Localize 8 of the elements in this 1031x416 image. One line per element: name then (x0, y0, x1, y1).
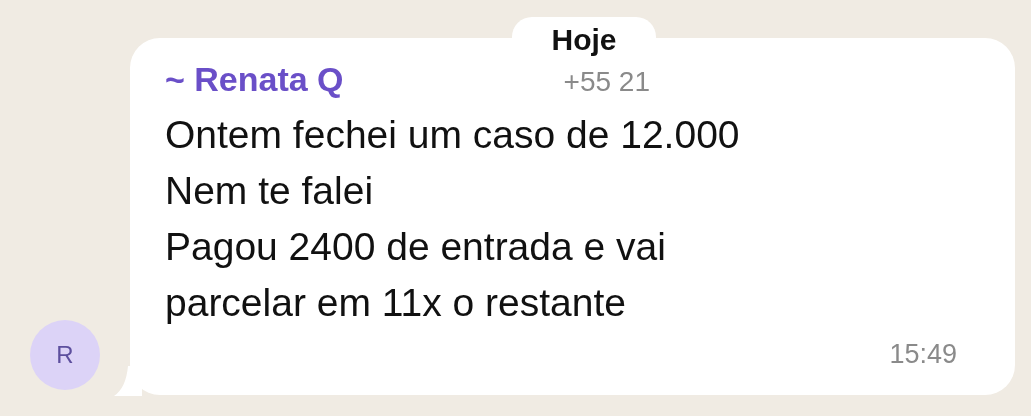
message-text: Pagou 2400 de entrada e vai (165, 224, 667, 270)
message-text: Nem te falei (165, 168, 375, 214)
message-text: Ontem fechei um caso de 12.000 (165, 112, 741, 158)
message-time: 15:49 (889, 339, 957, 370)
message-text: parcelar em 11x o restante (165, 280, 627, 326)
avatar: R (30, 320, 100, 390)
sender-name: ~ Renata Q (165, 60, 344, 99)
phone-number: +55 21 (563, 66, 650, 98)
